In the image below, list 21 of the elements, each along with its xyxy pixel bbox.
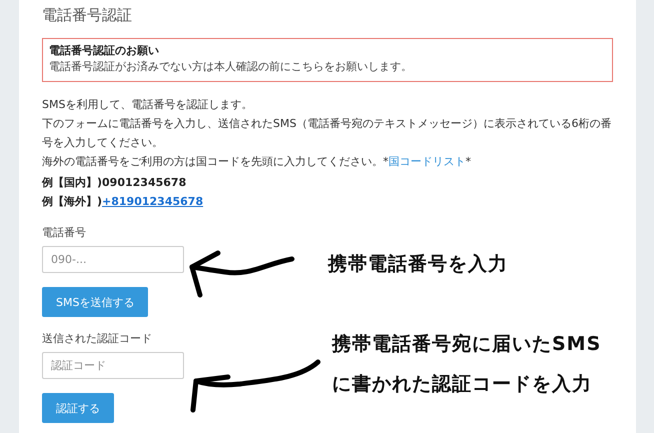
field-label: 送信された認証コード	[42, 331, 152, 346]
annotation-text: 携帯電話番号宛に届いたSMS	[332, 332, 602, 357]
page-title: 電話番号認証	[42, 6, 133, 25]
country-code-link[interactable]: 国コードリスト	[388, 155, 466, 168]
example-number-link[interactable]: +819012345678	[102, 195, 204, 208]
input-field[interactable]: 認証コード	[42, 352, 184, 379]
annotation-text: に書かれた認証コードを入力	[332, 372, 593, 397]
description-text: SMSを利用して、電話番号を認証します。	[42, 97, 254, 113]
field-label: 電話番号	[42, 225, 86, 240]
notice-heading: 電話番号認証のお願い	[49, 43, 160, 59]
description-text: 下のフォームに電話番号を入力し、送信されたSMS（電話番号宛のテキストメッセージ）に表示されている6桁の番号を入力してください。	[42, 116, 612, 151]
input-field[interactable]: 090-...	[42, 246, 184, 273]
asterisk-text: *	[466, 155, 471, 168]
annotation-text: 携帯電話番号を入力	[328, 252, 508, 277]
submit-button[interactable]: SMSを送信する	[42, 287, 148, 317]
example-number: 09012345678	[102, 176, 186, 189]
submit-button[interactable]: 認証する	[42, 393, 114, 423]
example-label: 例【国内】)	[42, 176, 102, 189]
example-label: 例【海外】)	[42, 195, 102, 208]
description-text: 海外の電話番号をご利用の方は国コードを先頭に入力してください。*	[42, 155, 388, 168]
notice-text: 電話番号認証がお済みでない方は本人確認の前にこちらをお願いします。	[49, 59, 413, 75]
